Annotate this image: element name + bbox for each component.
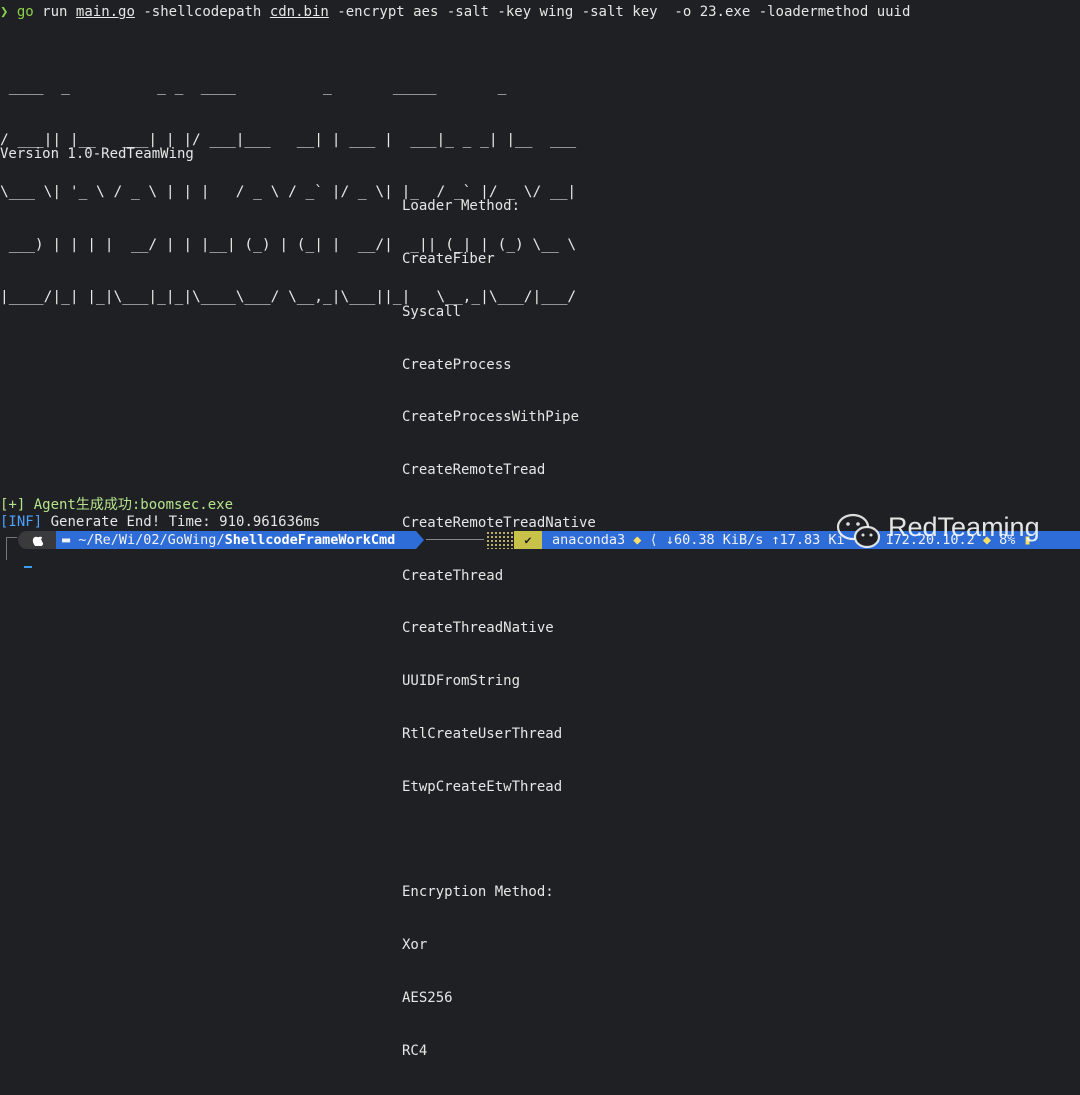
encryption-method-item: RC4 [402,1042,428,1059]
info-line: [INF] Generate End! Time: 910.961636ms [0,514,320,532]
status-check-icon: ✔ [514,531,542,549]
prompt-path-tip [416,531,424,549]
command-file: main.go [75,4,135,20]
command-program: go [16,4,34,20]
net-download: ↓60.38 KiB/s [665,532,764,548]
prompt-arrow: ❯ [0,4,9,20]
path-current: ShellcodeFrameWorkCmd [224,532,396,548]
text-cursor [24,566,32,568]
command-verb: run [42,4,68,20]
loader-method-item: Syscall [402,303,462,320]
loader-method-item: CreateRemoteTreadNative [402,514,596,531]
apple-icon [18,531,56,549]
loader-method-item: CreateProcess [402,356,512,373]
folder-icon: ▬ [62,532,71,548]
loader-method-item: EtwpCreateEtwThread [402,778,563,795]
info-tag: [INF] [0,514,43,530]
loader-method-item: CreateThread [402,567,504,584]
loader-method-title: Loader Method: [402,198,521,215]
encryption-method-item: Xor [402,937,428,954]
version-text: Version 1.0-RedTeamWing [0,146,194,162]
agent-success-line: [+] Agent生成成功:boomsec.exe [0,497,234,513]
watermark-text: RedTeaming [888,512,1040,542]
net-upload: ↑17.83 Ki [771,532,845,548]
watermark: RedTeaming [836,508,1076,554]
loader-method-item: UUIDFromString [402,673,521,690]
encryption-method-title: Encryption Method: [402,884,554,901]
encryption-method-item: AES256 [402,989,453,1006]
ascii-line: ____ _ _ _ ____ _ _____ _ [0,79,585,95]
command-rest: -encrypt aes -salt -key wing -salt key -… [337,4,911,20]
loader-method-item: CreateFiber [402,250,495,267]
prompt-divider [426,539,484,540]
wechat-icon [836,513,881,549]
command-line: ❯ go run main.go -shellcodepath cdn.bin … [0,4,910,22]
loader-method-item: CreateThreadNative [402,620,554,637]
command-arg: -shellcodepath [143,4,262,20]
loader-method-item: CreateProcessWithPipe [402,409,580,426]
prompt-corner [6,537,17,560]
methods-list: Loader Method: CreateFiber Syscall Creat… [402,163,596,1095]
diamond-icon: ◆ [633,532,642,548]
conda-env: anaconda3 [552,532,626,548]
path-prefix: ~/Re/Wi/02/GoWing/ [70,532,225,548]
loader-method-item: RtlCreateUserThread [402,726,563,742]
prompt-path: ▬ ~/Re/Wi/02/GoWing/ShellcodeFrameWorkCm… [56,531,416,549]
prompt-dots [486,531,514,549]
info-text: Generate End! Time: 910.961636ms [42,514,321,530]
command-path: cdn.bin [269,4,329,20]
terminal-window[interactable]: ❯ go run main.go -shellcodepath cdn.bin … [0,0,1080,1059]
loader-method-item: CreateRemoteTread [402,462,546,479]
